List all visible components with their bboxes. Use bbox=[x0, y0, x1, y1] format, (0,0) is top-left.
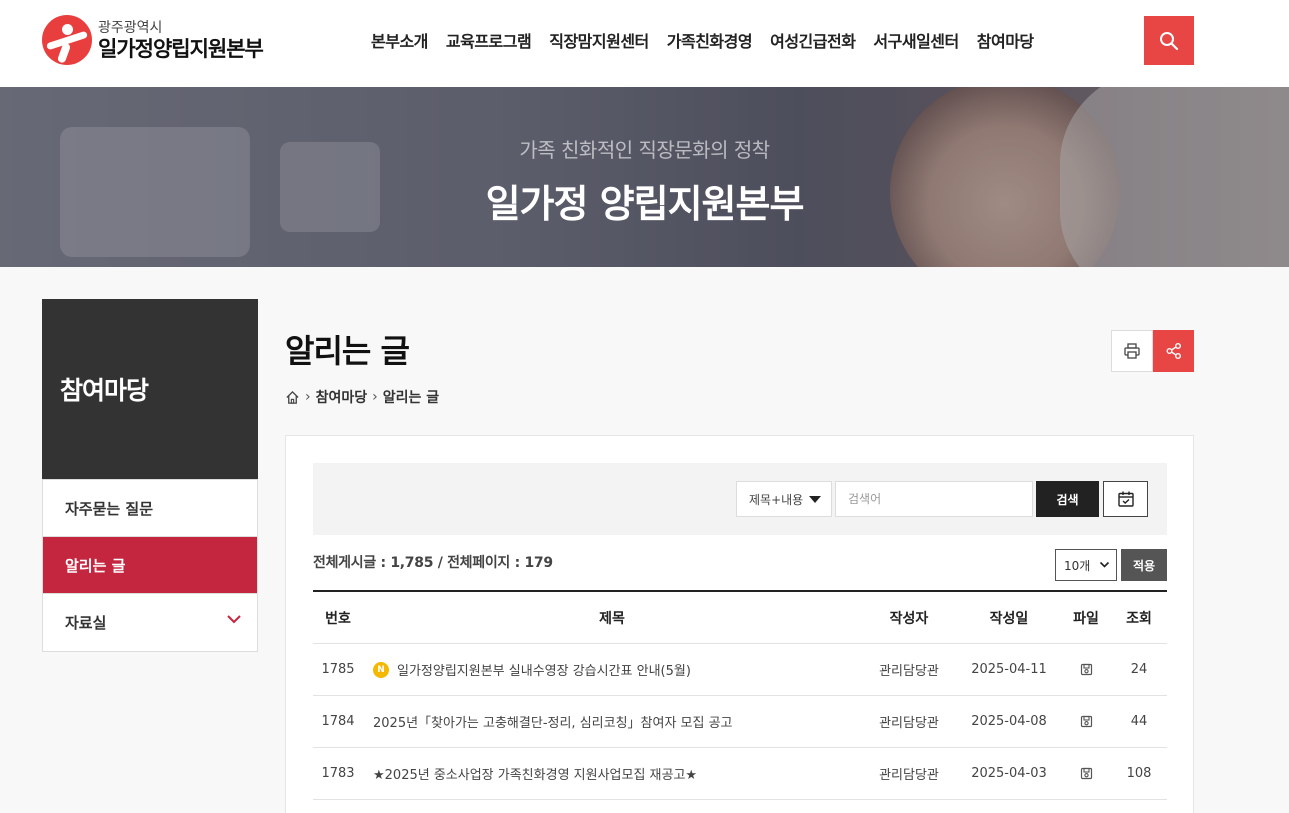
logo-subtitle: 광주광역시 bbox=[98, 19, 163, 36]
sidebar-header: 참여마당 bbox=[42, 299, 258, 479]
breadcrumb-separator: › bbox=[372, 389, 378, 405]
attachment-file-icon[interactable] bbox=[1080, 663, 1093, 676]
row-date: 2025-04-11 bbox=[971, 662, 1047, 677]
post-count: 전체게시글 : 1,785 / 전체페이지 : 179 bbox=[313, 555, 553, 571]
share-icon bbox=[1166, 343, 1181, 359]
table-header-row: 번호 제목 작성자 작성일 파일 조회 bbox=[313, 592, 1167, 644]
notice-table: 번호 제목 작성자 작성일 파일 조회 1785 N 일가정양립지원본부 실내수… bbox=[313, 590, 1167, 800]
print-icon bbox=[1124, 343, 1140, 359]
sidebar-item-notice[interactable]: 알리는 글 bbox=[43, 537, 257, 594]
column-header-file: 파일 bbox=[1073, 610, 1099, 627]
main-nav: 본부소개 교육프로그램 직장맘지원센터 가족친화경영 여성긴급전화 서구새일센터… bbox=[362, 28, 1043, 52]
sidebar-menu: 자주묻는 질문 알리는 글 자료실 bbox=[42, 479, 258, 652]
row-writer: 관리담당관 bbox=[879, 664, 939, 679]
search-field-select[interactable]: 제목+내용 bbox=[736, 481, 832, 517]
print-button[interactable] bbox=[1111, 330, 1153, 372]
column-header-title: 제목 bbox=[599, 610, 625, 627]
sidebar-item-faq[interactable]: 자주묻는 질문 bbox=[43, 480, 257, 537]
row-number: 1783 bbox=[321, 766, 355, 781]
search-bar: 제목+내용 검색 bbox=[313, 463, 1167, 535]
sidebar-item-label: 알리는 글 bbox=[65, 556, 126, 575]
nav-item-participation[interactable]: 참여마당 bbox=[968, 28, 1043, 52]
nav-item-about[interactable]: 본부소개 bbox=[362, 28, 437, 52]
row-title-link[interactable]: ★2025년 중소사업장 가족친화경영 지원사업모집 재공고★ bbox=[373, 764, 697, 783]
breadcrumb-item[interactable]: 참여마당 bbox=[316, 387, 368, 407]
sidebar-item-label: 자료실 bbox=[65, 614, 107, 632]
row-number: 1785 bbox=[321, 662, 355, 677]
logo-mark-icon bbox=[42, 15, 92, 65]
row-views: 108 bbox=[1126, 766, 1152, 781]
column-header-writer: 작성자 bbox=[889, 610, 929, 627]
search-icon bbox=[1160, 31, 1179, 50]
column-header-number: 번호 bbox=[325, 610, 351, 627]
page-title: 알리는 글 bbox=[285, 332, 410, 370]
breadcrumb-separator: › bbox=[305, 389, 311, 405]
new-badge-icon: N bbox=[373, 661, 389, 678]
row-title-link[interactable]: 2025년「찾아가는 고충해결단-정리, 심리코칭」참여자 모집 공고 bbox=[373, 712, 733, 731]
table-row[interactable]: 1784 2025년「찾아가는 고충해결단-정리, 심리코칭」참여자 모집 공고… bbox=[313, 696, 1167, 748]
per-page-value: 10개 bbox=[1064, 558, 1091, 573]
caret-down-icon bbox=[809, 496, 821, 503]
home-icon[interactable] bbox=[285, 390, 300, 405]
banner-title: 일가정 양립지원본부 bbox=[485, 182, 805, 226]
attachment-file-icon[interactable] bbox=[1080, 715, 1093, 728]
column-header-views: 조회 bbox=[1126, 610, 1152, 627]
chevron-down-icon bbox=[227, 615, 241, 624]
row-views: 24 bbox=[1130, 662, 1148, 677]
attachment-file-icon[interactable] bbox=[1080, 767, 1093, 780]
chevron-down-icon bbox=[1099, 561, 1110, 568]
table-row[interactable]: 1783 ★2025년 중소사업장 가족친화경영 지원사업모집 재공고★ 관리담… bbox=[313, 748, 1167, 800]
sidebar-item-archive[interactable]: 자료실 bbox=[43, 594, 257, 651]
board-panel: 제목+내용 검색 전체게시글 : 1,785 / 전체페이지 : 179 10개… bbox=[285, 435, 1194, 813]
nav-item-emergency[interactable]: 여성긴급전화 bbox=[761, 28, 864, 52]
share-button[interactable] bbox=[1153, 330, 1194, 372]
sidebar-item-label: 자주묻는 질문 bbox=[65, 499, 154, 518]
row-date: 2025-04-03 bbox=[971, 766, 1047, 781]
site-logo[interactable]: 광주광역시 일가정양립지원본부 bbox=[42, 14, 264, 66]
row-views: 44 bbox=[1130, 714, 1148, 729]
header-search-button[interactable] bbox=[1144, 16, 1194, 65]
row-number: 1784 bbox=[321, 714, 355, 729]
row-title-link[interactable]: 일가정양립지원본부 실내수영장 강습시간표 안내(5월) bbox=[397, 660, 691, 679]
banner-subtitle: 가족 친화적인 직장문화의 정착 bbox=[519, 138, 770, 162]
logo-title: 일가정양립지원본부 bbox=[98, 36, 264, 61]
nav-item-education[interactable]: 교육프로그램 bbox=[437, 28, 540, 52]
search-field-value: 제목+내용 bbox=[749, 492, 804, 507]
hero-banner: 가족 친화적인 직장문화의 정착 일가정 양립지원본부 bbox=[0, 87, 1289, 267]
row-date: 2025-04-08 bbox=[971, 714, 1047, 729]
breadcrumb: › 참여마당 › 알리는 글 bbox=[285, 387, 439, 407]
row-writer: 관리담당관 bbox=[879, 716, 939, 731]
column-header-date: 작성일 bbox=[989, 610, 1029, 627]
search-input[interactable] bbox=[835, 481, 1033, 517]
sidebar-title: 참여마당 bbox=[60, 376, 149, 405]
row-writer: 관리담당관 bbox=[879, 768, 939, 783]
site-header: 광주광역시 일가정양립지원본부 본부소개 교육프로그램 직장맘지원센터 가족친화… bbox=[0, 0, 1289, 87]
nav-item-seogu-center[interactable]: 서구새일센터 bbox=[864, 28, 967, 52]
calendar-button[interactable] bbox=[1103, 481, 1148, 517]
per-page-select[interactable]: 10개 bbox=[1055, 549, 1117, 581]
search-submit-button[interactable]: 검색 bbox=[1036, 481, 1099, 517]
table-row[interactable]: 1785 N 일가정양립지원본부 실내수영장 강습시간표 안내(5월) 관리담당… bbox=[313, 644, 1167, 696]
breadcrumb-item-current[interactable]: 알리는 글 bbox=[383, 387, 439, 407]
nav-item-family-friendly[interactable]: 가족친화경영 bbox=[658, 28, 761, 52]
calendar-icon bbox=[1117, 491, 1134, 507]
nav-item-working-mom[interactable]: 직장맘지원센터 bbox=[540, 28, 658, 52]
apply-button[interactable]: 적용 bbox=[1121, 549, 1167, 581]
